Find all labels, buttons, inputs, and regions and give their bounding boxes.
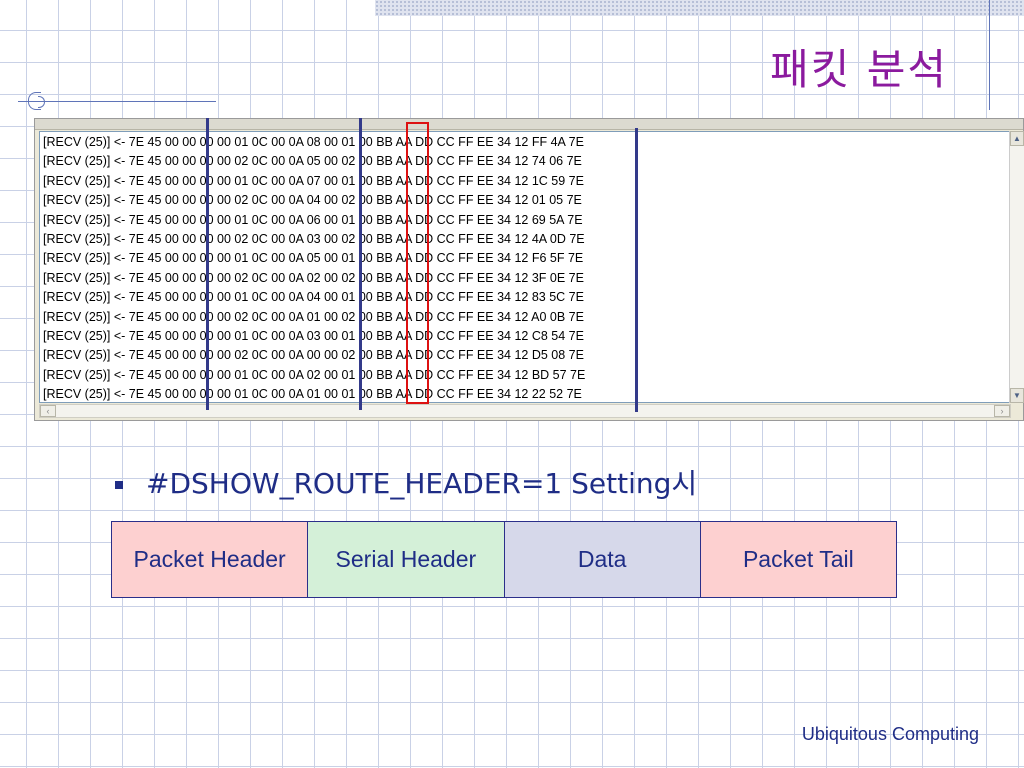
decorative-vertical-line xyxy=(989,0,990,110)
log-line: [RECV (25)] <- 7E 45 00 00 00 00 01 0C 0… xyxy=(43,387,582,402)
decorative-horizontal-line xyxy=(18,101,216,102)
scroll-down-arrow-icon[interactable]: ▼ xyxy=(1010,388,1024,403)
log-line: [RECV (25)] <- 7E 45 00 00 00 00 02 0C 0… xyxy=(43,309,584,324)
log-line: [RECV (25)] <- 7E 45 00 00 00 00 01 0C 0… xyxy=(43,290,584,305)
horizontal-scrollbar[interactable]: ‹ › xyxy=(39,404,1011,418)
field-divider-marker xyxy=(635,128,638,412)
log-line: [RECV (25)] <- 7E 45 00 00 00 00 02 0C 0… xyxy=(43,154,582,169)
log-line: [RECV (25)] <- 7E 45 00 00 00 00 01 0C 0… xyxy=(43,173,584,188)
log-line: [RECV (25)] <- 7E 45 00 00 00 00 02 0C 0… xyxy=(43,232,585,246)
log-line: [RECV (25)] <- 7E 45 00 00 00 00 02 0C 0… xyxy=(43,348,584,363)
packet-cell-data: Data xyxy=(504,522,701,597)
packet-cell-tail: Packet Tail xyxy=(700,522,896,597)
log-line: [RECV (25)] <- 7E 45 00 00 00 00 02 0C 0… xyxy=(43,270,584,285)
footer-text: Ubiquitous Computing xyxy=(801,724,979,744)
highlight-box xyxy=(406,122,429,404)
slide-title: 패킷 분석 xyxy=(770,45,948,94)
log-line: [RECV (25)] <- 7E 45 00 00 00 00 01 0C 0… xyxy=(43,329,584,343)
log-text-area[interactable]: [RECV (25)] <- 7E 45 00 00 00 00 01 0C 0… xyxy=(39,131,1011,403)
decorative-curl-icon xyxy=(38,96,45,108)
log-window-titlebar xyxy=(35,119,1023,130)
scroll-up-arrow-icon[interactable]: ▲ xyxy=(1010,131,1024,146)
log-window: [RECV (25)] <- 7E 45 00 00 00 00 01 0C 0… xyxy=(34,118,1024,421)
vertical-scrollbar[interactable]: ▲ ▼ xyxy=(1009,131,1024,403)
log-line: [RECV (25)] <- 7E 45 00 00 00 00 01 0C 0… xyxy=(43,135,584,149)
log-line: [RECV (25)] <- 7E 45 00 00 00 00 02 0C 0… xyxy=(43,193,582,208)
scroll-left-arrow-icon[interactable]: ‹ xyxy=(40,405,56,417)
scroll-right-arrow-icon[interactable]: › xyxy=(994,405,1010,417)
decorative-band xyxy=(375,0,1024,16)
field-divider-marker xyxy=(359,118,362,410)
log-line: [RECV (25)] <- 7E 45 00 00 00 00 01 0C 0… xyxy=(43,251,584,266)
log-line: [RECV (25)] <- 7E 45 00 00 00 00 01 0C 0… xyxy=(43,367,586,382)
log-line: [RECV (25)] <- 7E 45 00 00 00 00 01 0C 0… xyxy=(43,212,583,227)
field-divider-marker xyxy=(206,118,209,410)
bullet-square-icon xyxy=(115,481,123,489)
packet-cell-header: Packet Header xyxy=(112,522,309,597)
bullet-text: #DSHOW_ROUTE_HEADER=1 Setting시 xyxy=(146,467,698,500)
packet-cell-serial-header: Serial Header xyxy=(308,522,505,597)
packet-structure-table: Packet Header Serial Header Data Packet … xyxy=(111,521,897,598)
